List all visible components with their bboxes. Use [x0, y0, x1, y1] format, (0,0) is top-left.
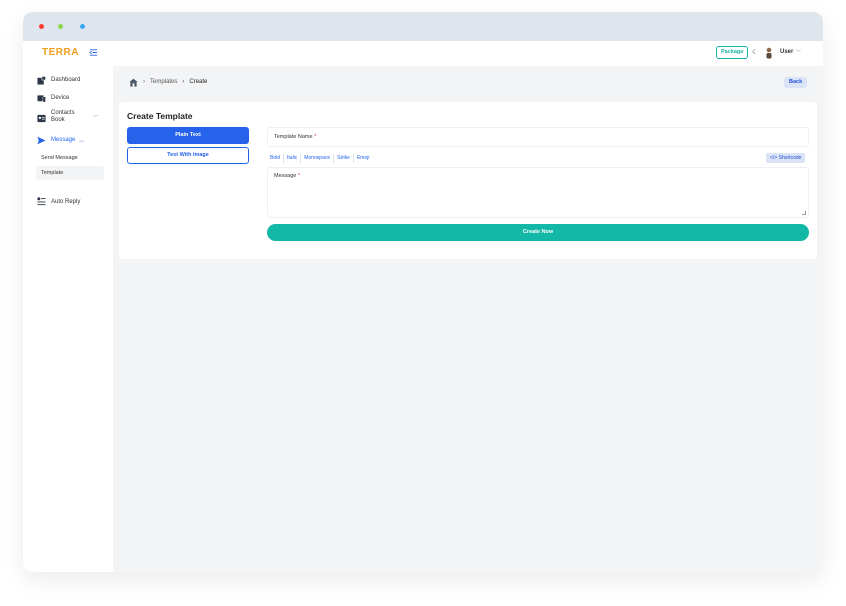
sidebar-subitem-label: Send Message — [41, 155, 78, 161]
template-name-field[interactable]: Template Name * — [267, 127, 809, 147]
send-icon — [37, 136, 46, 145]
create-now-button[interactable]: Create Now — [267, 224, 809, 241]
text-with-image-button[interactable]: Text With Image — [127, 147, 249, 164]
sidebar: Dashboard Device Contacts Book ﹀ Message — [23, 66, 113, 572]
chevron-up-icon[interactable]: ︿ — [79, 137, 84, 144]
user-avatar-icon[interactable] — [765, 47, 773, 59]
auto-reply-icon — [37, 197, 46, 206]
user-menu-label[interactable]: User — [780, 49, 793, 55]
breadcrumb: › Templates › Create — [129, 77, 207, 87]
sidebar-subitem-send-message[interactable]: Send Message — [36, 151, 104, 165]
maximize-dot[interactable] — [80, 24, 85, 29]
window-titlebar — [23, 12, 823, 41]
shortcode-button[interactable]: </> Shortcode — [766, 153, 806, 163]
format-toolbar: Bold Italic Monospace Strike Emoji — [267, 154, 372, 163]
main-content: › Templates › Create Back Create Templat… — [113, 66, 823, 572]
contacts-icon — [37, 114, 46, 123]
close-dot[interactable] — [39, 24, 44, 29]
sidebar-item-label: Dashboard — [51, 77, 81, 83]
plain-text-button[interactable]: Plain Text — [127, 127, 249, 144]
resize-handle-icon[interactable] — [802, 211, 806, 215]
italic-button[interactable]: Italic — [284, 154, 302, 163]
top-navbar: TERRA Package ☾ User ﹀ — [23, 41, 823, 66]
bold-button[interactable]: Bold — [267, 154, 285, 163]
chevron-down-icon[interactable]: ﹀ — [93, 114, 98, 121]
create-template-card: Create Template Plain Text Text With Ima… — [119, 102, 817, 259]
minimize-dot[interactable] — [58, 24, 63, 29]
monospace-button[interactable]: Monospace — [301, 154, 335, 163]
message-label: Message * — [274, 173, 300, 179]
sidebar-item-label: Device — [51, 95, 70, 101]
emoji-button[interactable]: Emoji — [354, 154, 373, 163]
breadcrumb-create: Create — [189, 79, 208, 85]
menu-toggle-icon[interactable] — [89, 48, 98, 57]
app-window: TERRA Package ☾ User ﹀ Dashboard Device … — [23, 12, 823, 572]
device-icon — [37, 95, 46, 103]
home-icon[interactable] — [129, 78, 138, 87]
back-button[interactable]: Back — [784, 77, 808, 88]
package-button[interactable]: Package — [716, 46, 749, 59]
dashboard-icon — [37, 76, 46, 85]
sidebar-item-label: Contacts Book — [51, 110, 75, 123]
terra-logo[interactable]: TERRA — [42, 47, 79, 58]
sidebar-item-auto-reply[interactable]: Auto Reply — [23, 194, 113, 210]
breadcrumb-separator-icon: › — [182, 79, 185, 85]
sidebar-item-label: Message — [51, 137, 76, 143]
page-title: Create Template — [127, 111, 193, 121]
code-icon: </> — [770, 155, 778, 161]
sidebar-subitem-label: Template — [41, 170, 64, 176]
template-name-label: Template Name * — [274, 134, 317, 140]
message-textarea[interactable]: Message * — [267, 167, 809, 218]
sidebar-item-dashboard[interactable]: Dashboard — [23, 72, 113, 88]
breadcrumb-templates[interactable]: Templates — [150, 79, 177, 85]
sidebar-item-message[interactable]: Message ︿ — [23, 132, 113, 148]
dark-mode-icon[interactable]: ☾ — [752, 49, 758, 57]
sidebar-item-device[interactable]: Device — [23, 90, 113, 106]
strike-button[interactable]: Strike — [334, 154, 354, 163]
sidebar-subitem-template[interactable]: Template — [36, 166, 104, 180]
sidebar-item-label: Auto Reply — [51, 199, 81, 205]
sidebar-item-contacts[interactable]: Contacts Book ﹀ — [23, 108, 113, 128]
breadcrumb-separator-icon: › — [143, 79, 145, 85]
chevron-down-icon[interactable]: ﹀ — [796, 49, 801, 56]
